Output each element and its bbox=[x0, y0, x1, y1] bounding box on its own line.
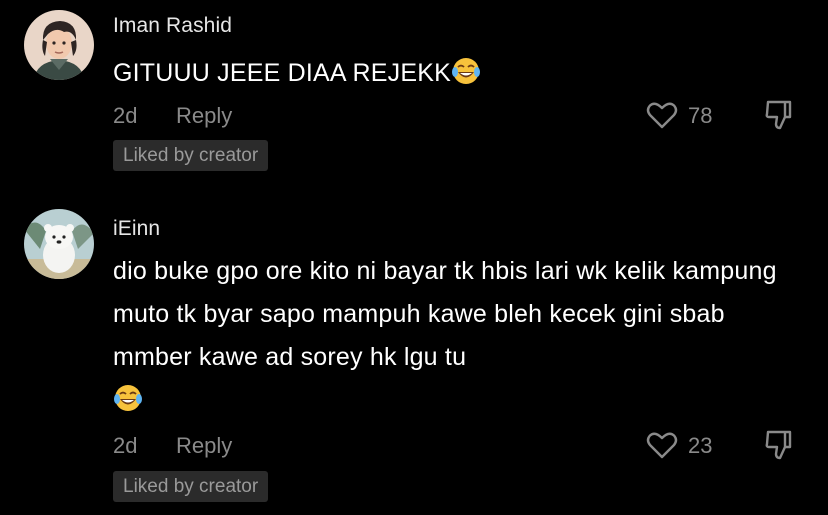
dislike-button[interactable] bbox=[763, 428, 797, 462]
comment-text-content: dio buke gpo ore kito ni bayar tk hbis l… bbox=[113, 257, 777, 371]
comment-text: dio buke gpo ore kito ni bayar tk hbis l… bbox=[113, 250, 803, 422]
avatar-white-bear-icon bbox=[24, 209, 94, 279]
thumbs-down-icon bbox=[765, 430, 792, 460]
face-with-tears-of-joy-icon bbox=[113, 383, 143, 413]
comment-timestamp: 2d bbox=[113, 433, 138, 458]
avatar[interactable] bbox=[24, 209, 94, 279]
reply-button[interactable]: Reply bbox=[176, 433, 232, 459]
like-count: 23 bbox=[688, 433, 713, 458]
liked-by-creator-badge: Liked by creator bbox=[113, 471, 269, 502]
comment-item: iEinn dio buke gpo ore kito ni bayar tk … bbox=[0, 0, 828, 515]
username[interactable]: iEinn bbox=[113, 217, 160, 241]
like-button[interactable] bbox=[645, 428, 679, 462]
heart-icon bbox=[646, 432, 678, 459]
